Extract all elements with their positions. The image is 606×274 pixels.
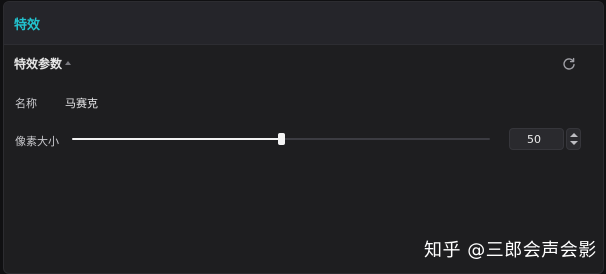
increment-icon[interactable]	[570, 133, 578, 137]
panel-title: 特效	[14, 18, 41, 33]
reset-icon[interactable]	[561, 56, 577, 72]
panel-header: 特效	[4, 2, 603, 45]
section-title[interactable]: 特效参数	[14, 55, 62, 72]
pixel-size-input[interactable]: 50	[509, 128, 564, 150]
name-label: 名称	[15, 97, 37, 110]
collapse-caret-icon[interactable]	[65, 61, 71, 65]
effects-panel: 特效 特效参数 名称 马赛克 像素大小 50 知乎 @三郎会声会影	[3, 1, 604, 274]
decrement-icon[interactable]	[570, 141, 578, 145]
slider-fill	[72, 138, 281, 140]
pixel-size-slider[interactable]	[72, 132, 490, 146]
pixel-size-stepper[interactable]	[566, 128, 581, 150]
slider-thumb[interactable]	[278, 133, 285, 145]
effect-name-value: 马赛克	[65, 97, 98, 110]
pixel-size-label: 像素大小	[15, 135, 59, 148]
watermark-text: 知乎 @三郎会声会影	[424, 240, 597, 261]
